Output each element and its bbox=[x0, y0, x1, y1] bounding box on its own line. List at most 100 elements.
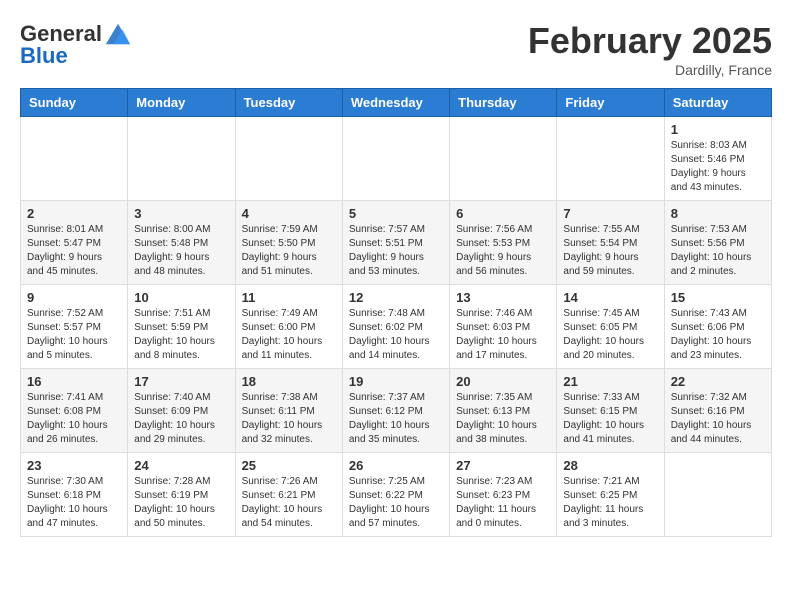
day-info: Sunrise: 7:46 AM Sunset: 6:03 PM Dayligh… bbox=[456, 307, 550, 363]
calendar-table: SundayMondayTuesdayWednesdayThursdayFrid… bbox=[20, 88, 772, 537]
day-info: Sunrise: 8:01 AM Sunset: 5:47 PM Dayligh… bbox=[27, 223, 121, 279]
day-info: Sunrise: 7:37 AM Sunset: 6:12 PM Dayligh… bbox=[349, 391, 443, 447]
weekday-header-saturday: Saturday bbox=[664, 89, 771, 117]
day-number: 24 bbox=[134, 458, 228, 473]
weekday-header-friday: Friday bbox=[557, 89, 664, 117]
day-number: 14 bbox=[563, 290, 657, 305]
day-info: Sunrise: 7:56 AM Sunset: 5:53 PM Dayligh… bbox=[456, 223, 550, 279]
day-info: Sunrise: 7:38 AM Sunset: 6:11 PM Dayligh… bbox=[242, 391, 336, 447]
day-number: 11 bbox=[242, 290, 336, 305]
day-info: Sunrise: 7:30 AM Sunset: 6:18 PM Dayligh… bbox=[27, 475, 121, 531]
calendar-cell bbox=[21, 117, 128, 201]
day-info: Sunrise: 7:21 AM Sunset: 6:25 PM Dayligh… bbox=[563, 475, 657, 531]
day-info: Sunrise: 7:43 AM Sunset: 6:06 PM Dayligh… bbox=[671, 307, 765, 363]
calendar-cell: 23 Sunrise: 7:30 AM Sunset: 6:18 PM Dayli… bbox=[21, 453, 128, 537]
day-number: 4 bbox=[242, 206, 336, 221]
day-number: 5 bbox=[349, 206, 443, 221]
day-info: Sunrise: 7:28 AM Sunset: 6:19 PM Dayligh… bbox=[134, 475, 228, 531]
day-number: 12 bbox=[349, 290, 443, 305]
calendar-cell: 14 Sunrise: 7:45 AM Sunset: 6:05 PM Dayli… bbox=[557, 285, 664, 369]
calendar-cell: 15 Sunrise: 7:43 AM Sunset: 6:06 PM Dayli… bbox=[664, 285, 771, 369]
day-number: 26 bbox=[349, 458, 443, 473]
location: Dardilly, France bbox=[528, 62, 772, 78]
day-info: Sunrise: 7:45 AM Sunset: 6:05 PM Dayligh… bbox=[563, 307, 657, 363]
day-info: Sunrise: 8:00 AM Sunset: 5:48 PM Dayligh… bbox=[134, 223, 228, 279]
calendar-cell: 3Sunrise: 8:00 AM Sunset: 5:48 PM Daylig… bbox=[128, 201, 235, 285]
calendar-week-row: 16 Sunrise: 7:41 AM Sunset: 6:08 PM Dayli… bbox=[21, 369, 772, 453]
day-number: 8 bbox=[671, 206, 765, 221]
day-number: 7 bbox=[563, 206, 657, 221]
calendar-cell bbox=[664, 453, 771, 537]
day-info: Sunrise: 7:41 AM Sunset: 6:08 PM Dayligh… bbox=[27, 391, 121, 447]
day-number: 15 bbox=[671, 290, 765, 305]
day-number: 13 bbox=[456, 290, 550, 305]
calendar-cell: 21 Sunrise: 7:33 AM Sunset: 6:15 PM Dayli… bbox=[557, 369, 664, 453]
calendar-cell: 26 Sunrise: 7:25 AM Sunset: 6:22 PM Dayli… bbox=[342, 453, 449, 537]
day-number: 27 bbox=[456, 458, 550, 473]
day-info: Sunrise: 7:32 AM Sunset: 6:16 PM Dayligh… bbox=[671, 391, 765, 447]
day-number: 23 bbox=[27, 458, 121, 473]
weekday-header-tuesday: Tuesday bbox=[235, 89, 342, 117]
calendar-cell bbox=[450, 117, 557, 201]
calendar-cell: 13 Sunrise: 7:46 AM Sunset: 6:03 PM Dayli… bbox=[450, 285, 557, 369]
day-number: 25 bbox=[242, 458, 336, 473]
day-info: Sunrise: 7:26 AM Sunset: 6:21 PM Dayligh… bbox=[242, 475, 336, 531]
day-number: 6 bbox=[456, 206, 550, 221]
day-info: Sunrise: 7:49 AM Sunset: 6:00 PM Dayligh… bbox=[242, 307, 336, 363]
calendar-cell: 6 Sunrise: 7:56 AM Sunset: 5:53 PM Daylig… bbox=[450, 201, 557, 285]
calendar-cell: 12 Sunrise: 7:48 AM Sunset: 6:02 PM Dayli… bbox=[342, 285, 449, 369]
calendar-cell: 10 Sunrise: 7:51 AM Sunset: 5:59 PM Dayli… bbox=[128, 285, 235, 369]
calendar-cell bbox=[342, 117, 449, 201]
calendar-cell: 1 Sunrise: 8:03 AM Sunset: 5:46 PM Daylig… bbox=[664, 117, 771, 201]
day-number: 1 bbox=[671, 122, 765, 137]
day-info: Sunrise: 7:57 AM Sunset: 5:51 PM Dayligh… bbox=[349, 223, 443, 279]
month-title: February 2025 bbox=[528, 20, 772, 62]
weekday-header-monday: Monday bbox=[128, 89, 235, 117]
day-number: 10 bbox=[134, 290, 228, 305]
logo-icon bbox=[104, 20, 132, 48]
calendar-cell: 8 Sunrise: 7:53 AM Sunset: 5:56 PM Daylig… bbox=[664, 201, 771, 285]
calendar-cell bbox=[557, 117, 664, 201]
day-info: Sunrise: 7:52 AM Sunset: 5:57 PM Dayligh… bbox=[27, 307, 121, 363]
day-info: Sunrise: 8:03 AM Sunset: 5:46 PM Dayligh… bbox=[671, 139, 765, 195]
weekday-header-wednesday: Wednesday bbox=[342, 89, 449, 117]
weekday-header-sunday: Sunday bbox=[21, 89, 128, 117]
page-header: General Blue February 2025 Dardilly, Fra… bbox=[20, 20, 772, 78]
day-info: Sunrise: 7:40 AM Sunset: 6:09 PM Dayligh… bbox=[134, 391, 228, 447]
calendar-cell bbox=[235, 117, 342, 201]
calendar-cell: 16 Sunrise: 7:41 AM Sunset: 6:08 PM Dayli… bbox=[21, 369, 128, 453]
day-info: Sunrise: 7:55 AM Sunset: 5:54 PM Dayligh… bbox=[563, 223, 657, 279]
day-info: Sunrise: 7:51 AM Sunset: 5:59 PM Dayligh… bbox=[134, 307, 228, 363]
calendar-cell: 2 Sunrise: 8:01 AM Sunset: 5:47 PM Daylig… bbox=[21, 201, 128, 285]
calendar-cell: 9 Sunrise: 7:52 AM Sunset: 5:57 PM Daylig… bbox=[21, 285, 128, 369]
calendar-cell: 19 Sunrise: 7:37 AM Sunset: 6:12 PM Dayli… bbox=[342, 369, 449, 453]
day-info: Sunrise: 7:59 AM Sunset: 5:50 PM Dayligh… bbox=[242, 223, 336, 279]
title-block: February 2025 Dardilly, France bbox=[528, 20, 772, 78]
calendar-cell bbox=[128, 117, 235, 201]
day-number: 19 bbox=[349, 374, 443, 389]
calendar-week-row: 2 Sunrise: 8:01 AM Sunset: 5:47 PM Daylig… bbox=[21, 201, 772, 285]
day-number: 16 bbox=[27, 374, 121, 389]
day-number: 22 bbox=[671, 374, 765, 389]
weekday-header-thursday: Thursday bbox=[450, 89, 557, 117]
day-number: 2 bbox=[27, 206, 121, 221]
weekday-header-row: SundayMondayTuesdayWednesdayThursdayFrid… bbox=[21, 89, 772, 117]
calendar-week-row: 23 Sunrise: 7:30 AM Sunset: 6:18 PM Dayli… bbox=[21, 453, 772, 537]
calendar-cell: 5 Sunrise: 7:57 AM Sunset: 5:51 PM Daylig… bbox=[342, 201, 449, 285]
calendar-cell: 4 Sunrise: 7:59 AM Sunset: 5:50 PM Daylig… bbox=[235, 201, 342, 285]
day-number: 17 bbox=[134, 374, 228, 389]
day-number: 21 bbox=[563, 374, 657, 389]
day-info: Sunrise: 7:33 AM Sunset: 6:15 PM Dayligh… bbox=[563, 391, 657, 447]
calendar-cell: 20Sunrise: 7:35 AM Sunset: 6:13 PM Dayli… bbox=[450, 369, 557, 453]
day-info: Sunrise: 7:53 AM Sunset: 5:56 PM Dayligh… bbox=[671, 223, 765, 279]
day-info: Sunrise: 7:48 AM Sunset: 6:02 PM Dayligh… bbox=[349, 307, 443, 363]
calendar-cell: 17 Sunrise: 7:40 AM Sunset: 6:09 PM Dayli… bbox=[128, 369, 235, 453]
day-info: Sunrise: 7:25 AM Sunset: 6:22 PM Dayligh… bbox=[349, 475, 443, 531]
day-number: 9 bbox=[27, 290, 121, 305]
day-info: Sunrise: 7:23 AM Sunset: 6:23 PM Dayligh… bbox=[456, 475, 550, 531]
calendar-cell: 7 Sunrise: 7:55 AM Sunset: 5:54 PM Daylig… bbox=[557, 201, 664, 285]
calendar-cell: 11 Sunrise: 7:49 AM Sunset: 6:00 PM Dayli… bbox=[235, 285, 342, 369]
calendar-cell: 24 Sunrise: 7:28 AM Sunset: 6:19 PM Dayli… bbox=[128, 453, 235, 537]
calendar-cell: 18Sunrise: 7:38 AM Sunset: 6:11 PM Dayli… bbox=[235, 369, 342, 453]
day-info: Sunrise: 7:35 AM Sunset: 6:13 PM Dayligh… bbox=[456, 391, 550, 447]
